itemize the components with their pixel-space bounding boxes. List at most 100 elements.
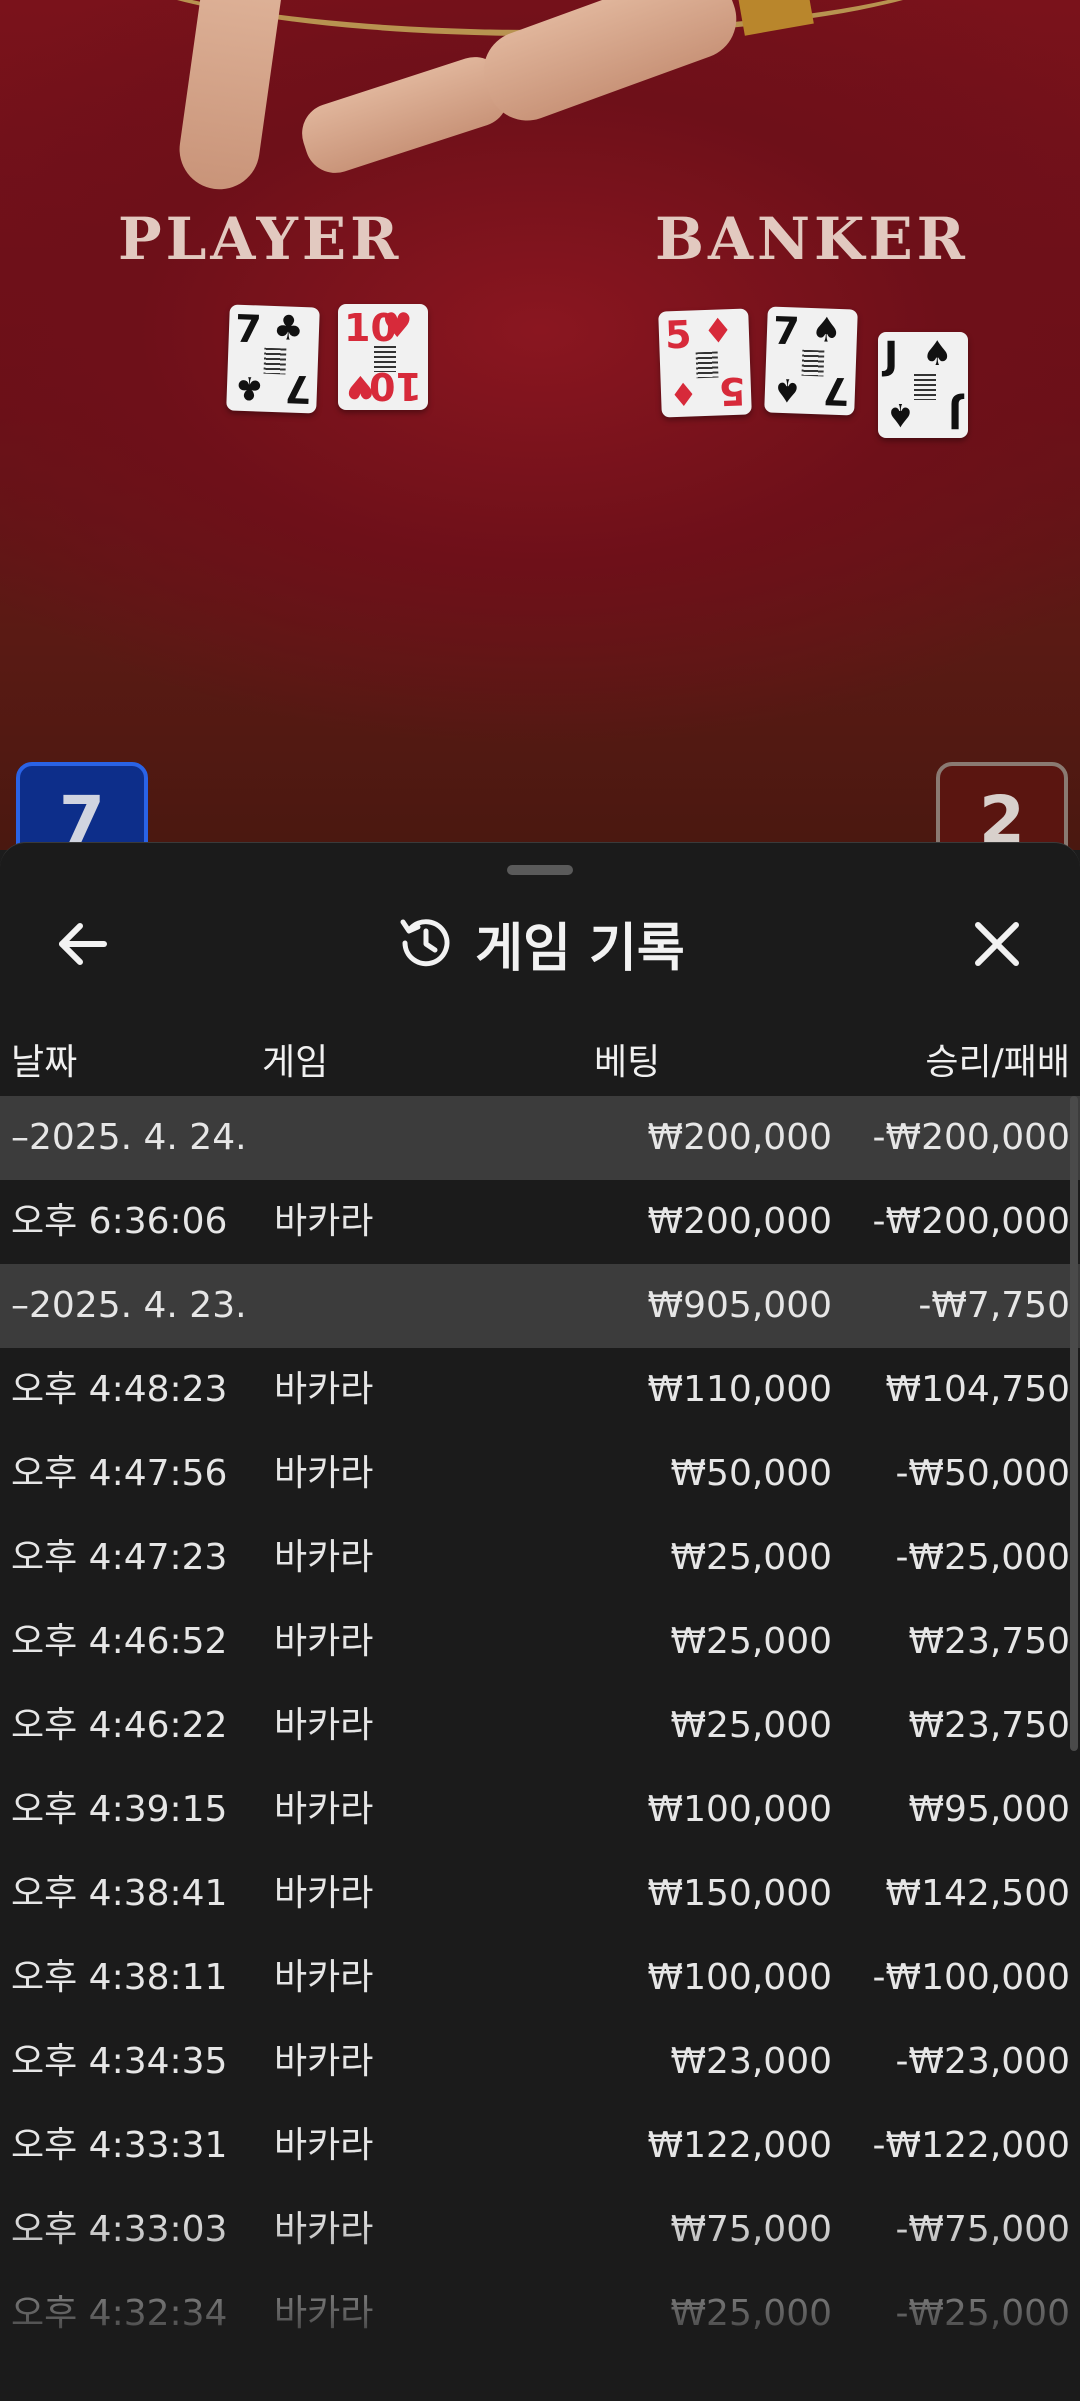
row-result: -₩50,000 <box>895 1453 1070 1494</box>
row-game: 바카라 <box>274 1957 374 1998</box>
close-icon <box>975 922 1019 966</box>
row-bet: ₩110,000 <box>647 1369 832 1410</box>
row-game: 바카라 <box>274 1537 374 1578</box>
card-barcode <box>263 347 287 375</box>
dealer-hand <box>174 0 286 195</box>
player-area-label: PLAYER <box>118 205 403 273</box>
history-row[interactable]: 오후 4:33:03 바카라 ₩75,000 -₩75,000 <box>0 2188 1080 2272</box>
card-rank: 10 <box>369 364 422 408</box>
row-date: 오후 4:48:23 <box>11 1369 228 1410</box>
row-game: 바카라 <box>274 1705 374 1746</box>
row-date: –2025. 4. 24. <box>11 1117 247 1158</box>
row-date: 오후 4:46:52 <box>11 1621 228 1662</box>
row-bet: ₩23,000 <box>670 2041 832 2082</box>
sheet-title: 게임 기록 <box>475 918 685 979</box>
history-icon <box>400 919 450 967</box>
card-suit-icon: ♠ <box>922 334 953 374</box>
row-game: 바카라 <box>274 1873 374 1914</box>
history-row[interactable]: 오후 4:48:23 바카라 ₩110,000 ₩104,750 <box>0 1348 1080 1432</box>
row-date: 오후 4:33:03 <box>11 2209 228 2250</box>
card-barcode <box>914 374 936 400</box>
row-game: 바카라 <box>274 1369 374 1410</box>
column-header-result: 승리/패배 <box>925 1042 1070 1083</box>
game-history-sheet: 게임 기록 날짜 게임 베팅 승리/패배 –2025. 4. 24. ₩200,0… <box>0 842 1080 2401</box>
card-rank: 7 <box>772 308 801 354</box>
row-game: 바카라 <box>274 2209 374 2250</box>
history-row[interactable]: 오후 6:36:06 바카라 ₩200,000 -₩200,000 <box>0 1180 1080 1264</box>
row-result: -₩23,000 <box>895 2041 1070 2082</box>
row-date: 오후 4:47:56 <box>11 1453 228 1494</box>
row-result: -₩200,000 <box>872 1117 1070 1158</box>
row-bet: ₩100,000 <box>647 1957 832 1998</box>
row-date: 오후 6:36:06 <box>11 1201 228 1242</box>
card-suit-icon: ♣ <box>272 307 305 350</box>
row-date: 오후 4:32:34 <box>11 2293 228 2334</box>
history-row[interactable]: 오후 4:34:35 바카라 ₩23,000 -₩23,000 <box>0 2020 1080 2104</box>
row-date: 오후 4:46:22 <box>11 1705 228 1746</box>
card-suit-icon: ♣ <box>234 368 265 408</box>
row-game: 바카라 <box>274 1453 374 1494</box>
row-result: ₩23,750 <box>908 1621 1070 1662</box>
card-rank: 7 <box>821 368 850 414</box>
history-row[interactable]: 오후 4:33:31 바카라 ₩122,000 -₩122,000 <box>0 2104 1080 2188</box>
card-suit-icon: ♦ <box>702 311 735 353</box>
row-date: 오후 4:47:23 <box>11 1537 228 1578</box>
row-bet: ₩905,000 <box>647 1285 832 1326</box>
row-result: ₩23,750 <box>908 1705 1070 1746</box>
row-bet: ₩25,000 <box>670 1621 832 1662</box>
sheet-drag-handle[interactable] <box>507 865 573 875</box>
history-list[interactable]: –2025. 4. 24. ₩200,000 -₩200,000 오후 6:36:06… <box>0 1096 1080 2356</box>
row-bet: ₩25,000 <box>670 1705 832 1746</box>
dealer-sleeve <box>736 0 814 36</box>
row-date: 오후 4:33:31 <box>11 2125 228 2166</box>
row-bet: ₩100,000 <box>647 1789 832 1830</box>
row-game: 바카라 <box>274 2125 374 2166</box>
card-barcode <box>801 349 825 377</box>
history-row[interactable]: 오후 4:32:34 바카라 ₩25,000 -₩25,000 <box>0 2272 1080 2356</box>
row-date: –2025. 4. 23. <box>11 1285 247 1326</box>
live-table-video: PLAYER BANKER 7 ♣ ♣ 7 10 ♥ ♥ 10 5 ♦ ♦ 5 7 ♠ ♠ 7 J ♠ ♠ J 7 … <box>0 0 1080 850</box>
banker-area-label: BANKER <box>655 205 969 273</box>
playing-card: 7 ♣ ♣ 7 <box>226 304 320 414</box>
row-date: 오후 4:39:15 <box>11 1789 228 1830</box>
row-result: ₩104,750 <box>885 1369 1070 1410</box>
card-rank: 7 <box>283 366 312 412</box>
history-row[interactable]: 오후 4:46:22 바카라 ₩25,000 ₩23,750 <box>0 1684 1080 1768</box>
card-rank: J <box>947 392 962 436</box>
row-bet: ₩150,000 <box>647 1873 832 1914</box>
card-suit-icon: ♠ <box>886 396 915 434</box>
history-row[interactable]: 오후 4:47:56 바카라 ₩50,000 -₩50,000 <box>0 1432 1080 1516</box>
playing-card: J ♠ ♠ J <box>878 332 968 438</box>
row-game: 바카라 <box>274 1201 374 1242</box>
row-result: -₩7,750 <box>918 1285 1070 1326</box>
sheet-header: 게임 기록 <box>0 903 1080 983</box>
history-scrollbar[interactable] <box>1070 1096 1078 1751</box>
history-row[interactable]: 오후 4:38:11 바카라 ₩100,000 -₩100,000 <box>0 1936 1080 2020</box>
date-group-row[interactable]: –2025. 4. 23. ₩905,000 -₩7,750 <box>0 1264 1080 1348</box>
row-date: 오후 4:34:35 <box>11 2041 228 2082</box>
close-button[interactable] <box>962 909 1032 979</box>
row-bet: ₩122,000 <box>647 2125 832 2166</box>
row-result: -₩75,000 <box>895 2209 1070 2250</box>
history-row[interactable]: 오후 4:39:15 바카라 ₩100,000 ₩95,000 <box>0 1768 1080 1852</box>
row-bet: ₩50,000 <box>670 1453 832 1494</box>
row-bet: ₩200,000 <box>647 1201 832 1242</box>
row-bet: ₩75,000 <box>670 2209 832 2250</box>
row-result: -₩100,000 <box>872 1957 1070 1998</box>
row-date: 오후 4:38:11 <box>11 1957 228 1998</box>
column-header-bet: 베팅 <box>594 1042 661 1083</box>
column-header-game: 게임 <box>262 1042 329 1083</box>
date-group-row[interactable]: –2025. 4. 24. ₩200,000 -₩200,000 <box>0 1096 1080 1180</box>
row-result: -₩200,000 <box>872 1201 1070 1242</box>
history-row[interactable]: 오후 4:46:52 바카라 ₩25,000 ₩23,750 <box>0 1600 1080 1684</box>
row-game: 바카라 <box>274 1789 374 1830</box>
card-suit-icon: ♠ <box>810 309 843 352</box>
row-result: -₩25,000 <box>895 2293 1070 2334</box>
card-suit-icon: ♠ <box>772 370 803 410</box>
playing-card: 10 ♥ ♥ 10 <box>338 304 428 410</box>
card-barcode <box>695 351 719 379</box>
row-result: ₩95,000 <box>908 1789 1070 1830</box>
card-rank: 7 <box>234 306 263 352</box>
history-row[interactable]: 오후 4:47:23 바카라 ₩25,000 -₩25,000 <box>0 1516 1080 1600</box>
history-row[interactable]: 오후 4:38:41 바카라 ₩150,000 ₩142,500 <box>0 1852 1080 1936</box>
